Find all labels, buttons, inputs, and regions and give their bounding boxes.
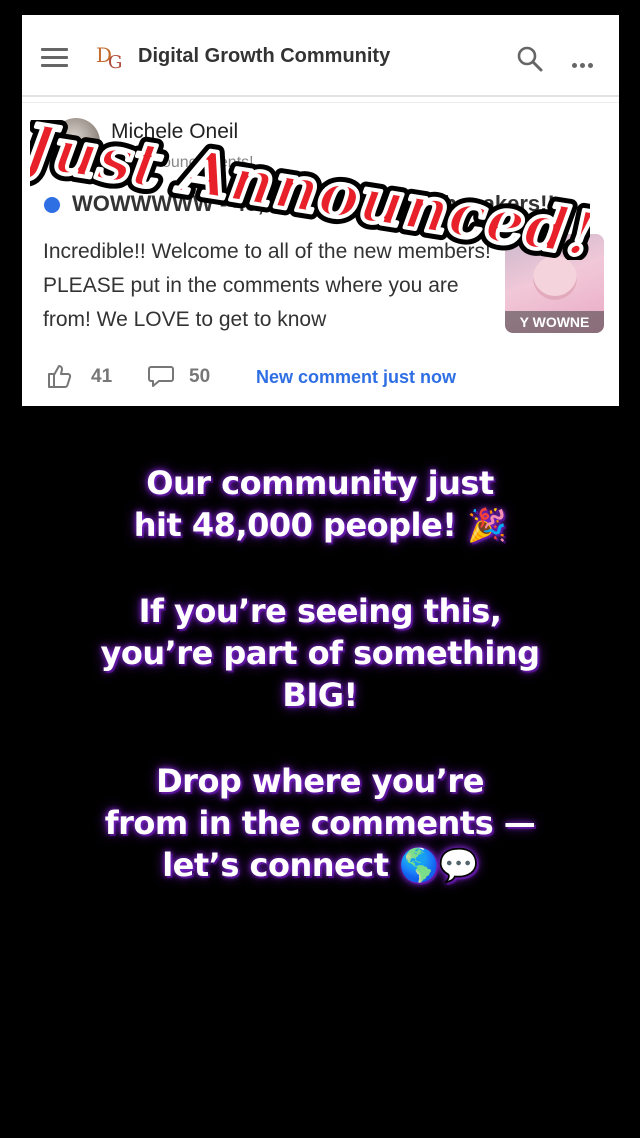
hamburger-menu-icon[interactable] [41,48,68,68]
caption-line: If you’re seeing this, [138,592,502,630]
caption-line: Our community just [146,464,494,502]
app-title: Digital Growth Community [138,45,391,67]
comment-bubble-icon[interactable] [148,364,174,388]
new-comment-link[interactable]: New comment just now [256,367,456,388]
comment-count: 50 [189,366,211,387]
caption-paragraph-2: If you’re seeing this, you’re part of so… [70,590,570,716]
overlay-caption: Our community just hit 48,000 people! 🎉 … [70,462,570,886]
thumbs-up-icon[interactable] [46,363,72,389]
like-count: 41 [91,366,113,387]
community-logo: DG [96,43,123,73]
caption-line: Drop where you’re [156,762,484,800]
divider [22,102,619,103]
caption-line: you’re part of something [100,634,540,672]
caption-paragraph-3: Drop where you’re from in the comments —… [70,760,570,886]
caption-line: BIG! [282,676,358,714]
stamp-text: Just Announced! [30,120,590,260]
thumbnail-caption: Y WOWNE [505,311,604,333]
pig-face-image [533,256,577,300]
search-icon[interactable] [516,45,544,73]
caption-line: from in the comments — [104,804,536,842]
caption-line: let’s connect 🌎💬 [162,846,478,884]
app-bar: DG Digital Growth Community [22,15,619,97]
caption-line: hit 48,000 people! 🎉 [133,506,507,544]
just-announced-stamp: Just Announced! Just Announced! [2,101,607,279]
more-horizontal-icon[interactable] [572,55,600,68]
caption-paragraph-1: Our community just hit 48,000 people! 🎉 [70,462,570,546]
